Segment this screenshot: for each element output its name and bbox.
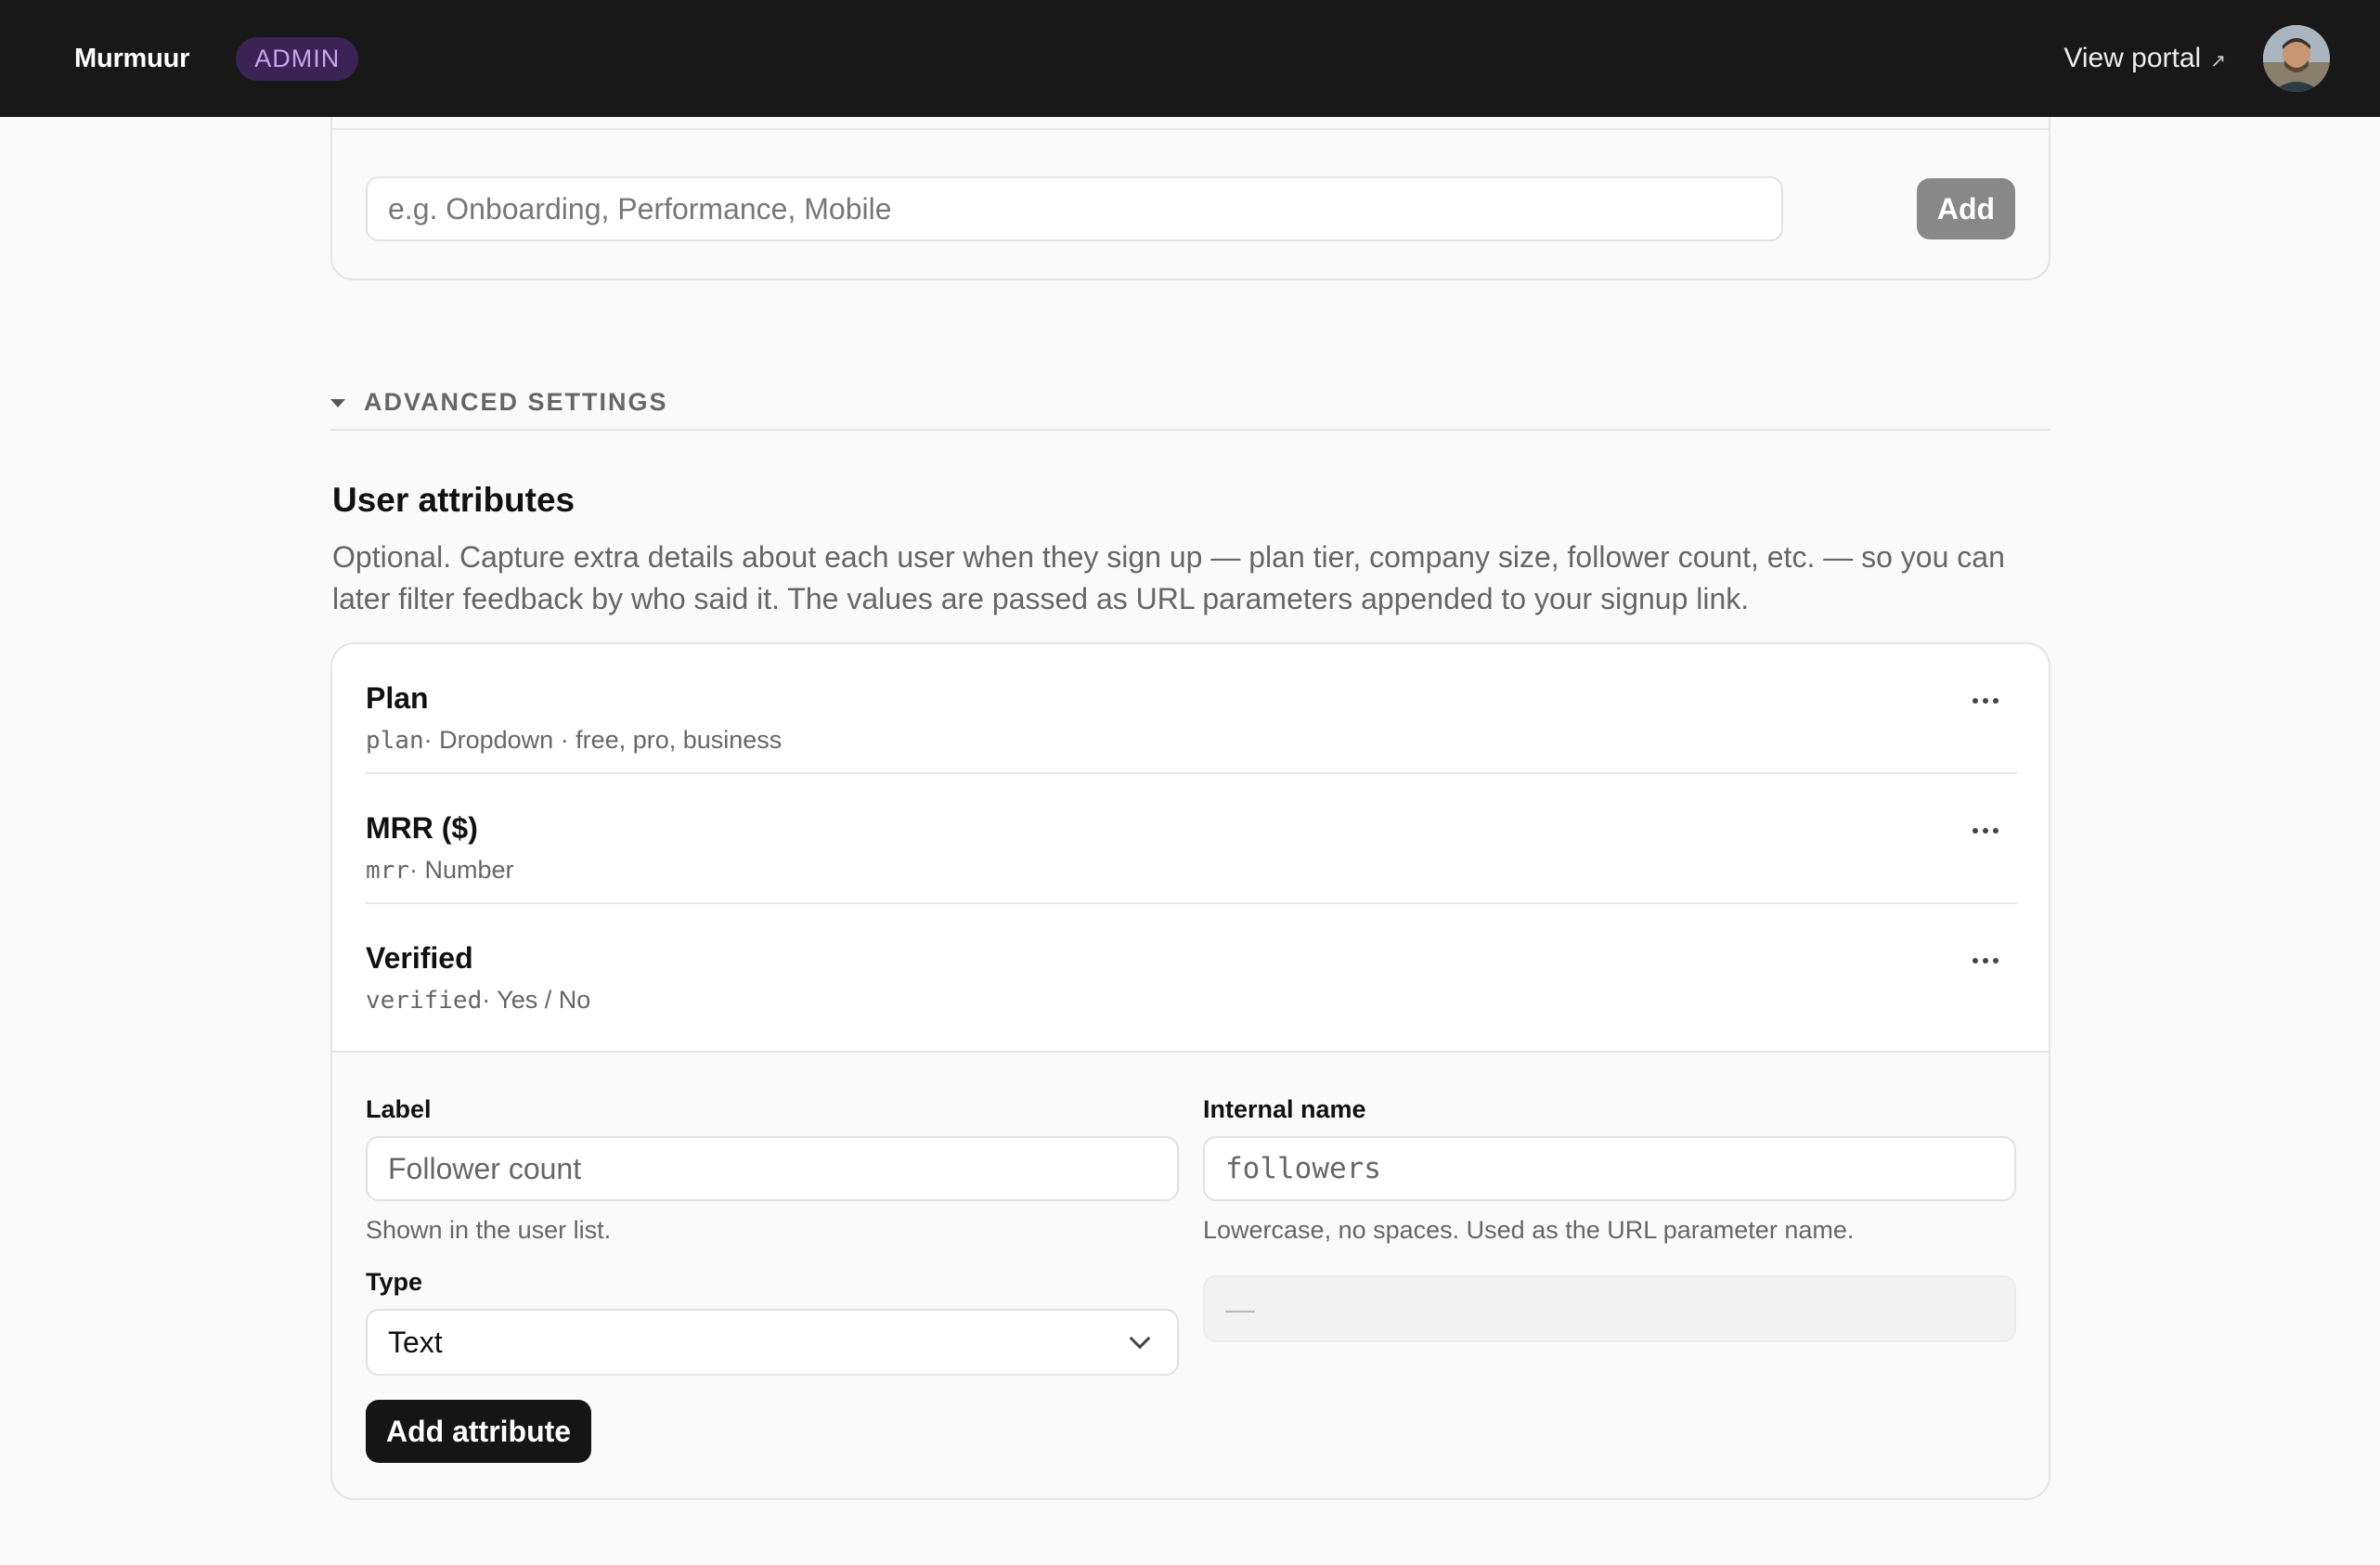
attribute-details: · Dropdown · free, pro, business bbox=[423, 726, 783, 754]
type-field-title: Type bbox=[366, 1268, 423, 1296]
attribute-row: Verified verified · Yes / No bbox=[366, 904, 2017, 1034]
more-options-icon[interactable] bbox=[1973, 828, 1998, 834]
label-input[interactable] bbox=[366, 1136, 1179, 1201]
tags-card: Add bbox=[330, 93, 2050, 280]
section-description: Optional. Capture extra details about ea… bbox=[332, 540, 2005, 615]
advanced-settings-toggle[interactable]: ADVANCED SETTINGS bbox=[330, 375, 2050, 431]
caret-down-icon bbox=[330, 398, 345, 407]
attribute-meta: plan · Dropdown · free, pro, business bbox=[366, 726, 782, 755]
attribute-key: mrr bbox=[366, 857, 409, 885]
internal-name-hint: Lowercase, no spaces. Used as the URL pa… bbox=[1203, 1216, 1855, 1244]
attribute-key: verified bbox=[366, 987, 483, 1015]
advanced-settings-label: ADVANCED SETTINGS bbox=[364, 387, 668, 416]
attribute-label: Verified bbox=[366, 941, 473, 975]
options-placeholder: — bbox=[1225, 1291, 1255, 1326]
user-avatar[interactable] bbox=[2263, 25, 2330, 92]
attribute-row: MRR ($) mrr · Number bbox=[366, 774, 2017, 904]
admin-badge: ADMIN bbox=[236, 36, 359, 81]
internal-name-input[interactable] bbox=[1203, 1136, 2016, 1201]
type-select[interactable]: Text bbox=[366, 1309, 1179, 1376]
label-field-title: Label bbox=[366, 1095, 432, 1123]
view-portal-label: View portal bbox=[2063, 43, 2202, 73]
attribute-details: · Number bbox=[408, 856, 514, 884]
divider bbox=[332, 128, 2049, 130]
section-title: User attributes bbox=[332, 481, 576, 519]
view-portal-link[interactable]: View portal ↗ bbox=[2063, 43, 2226, 74]
add-attribute-button[interactable]: Add attribute bbox=[366, 1400, 592, 1463]
attribute-label: MRR ($) bbox=[366, 811, 478, 845]
external-link-icon: ↗ bbox=[2210, 51, 2226, 71]
attribute-key: plan bbox=[366, 727, 424, 755]
more-options-icon[interactable] bbox=[1973, 698, 1998, 704]
options-input-disabled: — bbox=[1203, 1275, 2016, 1342]
add-tag-button[interactable]: Add bbox=[1917, 178, 2015, 239]
more-options-icon[interactable] bbox=[1973, 958, 1998, 964]
attributes-card: Plan plan · Dropdown · free, pro, busine… bbox=[330, 642, 2050, 1500]
attribute-meta: mrr · Number bbox=[366, 856, 514, 885]
attribute-row: Plan plan · Dropdown · free, pro, busine… bbox=[366, 644, 2017, 774]
attribute-label: Plan bbox=[366, 681, 429, 715]
avatar-image bbox=[2263, 25, 2330, 92]
tag-input[interactable] bbox=[366, 176, 1783, 241]
type-selected-value: Text bbox=[388, 1325, 443, 1359]
internal-name-field-title: Internal name bbox=[1203, 1095, 1366, 1123]
attribute-details: · Yes / No bbox=[482, 986, 591, 1014]
chevron-down-icon bbox=[1129, 1327, 1151, 1350]
brand-name[interactable]: Murmuur bbox=[74, 44, 189, 74]
attribute-meta: verified · Yes / No bbox=[366, 986, 590, 1015]
top-navigation-bar: Murmuur ADMIN View portal ↗ bbox=[0, 0, 2380, 117]
label-hint: Shown in the user list. bbox=[366, 1216, 612, 1244]
